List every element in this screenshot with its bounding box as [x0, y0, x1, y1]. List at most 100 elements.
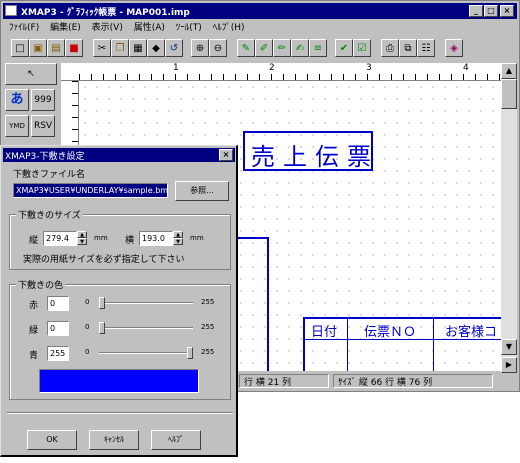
numeric-tool[interactable]: 999: [31, 89, 55, 111]
edit-list-icon[interactable]: ≡: [309, 39, 327, 57]
scroll-up-icon[interactable]: ▲: [501, 63, 517, 79]
settings-icon[interactable]: ☷: [417, 39, 435, 57]
scroll-right-icon[interactable]: ▶: [501, 357, 517, 373]
red-slider[interactable]: [99, 297, 193, 309]
table-border: [347, 317, 348, 371]
height-label: 縦: [29, 236, 39, 246]
cancel-button[interactable]: ｷｬﾝｾﾙ: [89, 430, 139, 450]
spin-up-icon[interactable]: ▲: [173, 231, 183, 238]
table-header[interactable]: お客様コ: [445, 321, 497, 340]
fill-icon[interactable]: ◆: [147, 39, 165, 57]
title-box[interactable]: 売上伝票: [243, 131, 373, 171]
multi-edit-icon[interactable]: ✏: [273, 39, 291, 57]
hiragana-tool[interactable]: あ: [5, 89, 29, 111]
toolbar: □ ▣ ▤ ■ ✂ ❐ ▦ ◆ ↺ ⊕ ⊖ ✎ ✐ ✏ ✍ ≡ ✔ ☑ ⎙ ⧉ …: [3, 37, 517, 61]
reserve-tool[interactable]: RSV: [31, 115, 55, 137]
red-input[interactable]: 0: [47, 296, 69, 311]
height-input[interactable]: 279.4: [43, 231, 77, 246]
zoom-out-icon[interactable]: ⊖: [209, 39, 227, 57]
spin-down-icon[interactable]: ▼: [77, 238, 87, 245]
ruler-mark: 1: [173, 63, 179, 73]
app-icon[interactable]: [5, 5, 17, 16]
width-unit: mm: [190, 234, 204, 242]
ruler-mark: 2: [269, 63, 275, 73]
dialog-title: XMAP3-下敷き設定: [5, 152, 85, 162]
menu-tools[interactable]: ﾂｰﾙ(T): [176, 23, 202, 33]
table-header[interactable]: 伝票ＮＯ: [364, 321, 416, 340]
menu-attribute[interactable]: 属性(A): [134, 23, 165, 33]
preview-icon[interactable]: ⧉: [399, 39, 417, 57]
menu-help[interactable]: ﾍﾙﾌﾟ(H): [213, 23, 245, 33]
vertical-scrollbar[interactable]: ▲ ▼ ▶: [501, 63, 517, 373]
ruler-ticks: [79, 74, 501, 80]
red-min: 0: [85, 298, 90, 306]
title-bar[interactable]: XMAP3 - ｸﾞﾗﾌｨｯｸ帳票 - MAP001.imp _ □ ×: [3, 3, 517, 19]
ruler-mark: 4: [463, 63, 469, 73]
color-preview: [39, 369, 199, 393]
table-border: [303, 317, 305, 371]
open-icon[interactable]: ▣: [29, 39, 47, 57]
height-stepper[interactable]: ▲ ▼: [77, 231, 87, 246]
width-input[interactable]: 193.0: [139, 231, 173, 246]
close-button[interactable]: ×: [500, 5, 514, 17]
slider-thumb[interactable]: [187, 347, 193, 359]
green-slider[interactable]: [99, 322, 193, 334]
blue-min: 0: [85, 348, 90, 356]
underlay-dialog: XMAP3-下敷き設定 × 下敷きファイル名 XMAP3¥USER¥UNDERL…: [0, 145, 238, 457]
red-label: 赤: [29, 301, 39, 311]
edit-set-icon[interactable]: ✍: [291, 39, 309, 57]
blue-label: 青: [29, 351, 39, 361]
menu-file[interactable]: ﾌｧｲﾙ(F): [9, 23, 39, 33]
slider-thumb[interactable]: [99, 322, 105, 334]
help-button[interactable]: ﾍﾙﾌﾟ: [151, 430, 201, 450]
slider-thumb[interactable]: [99, 297, 105, 309]
status-position: 行 横 21 列: [239, 374, 329, 388]
ok-button[interactable]: OK: [27, 430, 77, 450]
maximize-button[interactable]: □: [484, 5, 498, 17]
paste-icon[interactable]: ▦: [129, 39, 147, 57]
zoom-in-icon[interactable]: ⊕: [191, 39, 209, 57]
minimize-button[interactable]: _: [469, 5, 483, 17]
table-border: [303, 317, 501, 319]
green-input[interactable]: 0: [47, 321, 69, 336]
save-icon[interactable]: ▤: [47, 39, 65, 57]
width-stepper[interactable]: ▲ ▼: [173, 231, 183, 246]
copy-icon[interactable]: ❐: [111, 39, 129, 57]
blue-input[interactable]: 255: [47, 346, 69, 361]
tool-palette: ↖ あ 999 YMD RSV: [5, 63, 57, 145]
blue-max: 255: [201, 348, 215, 356]
table-header[interactable]: 日付: [311, 321, 337, 340]
close-doc-icon[interactable]: ■: [65, 39, 83, 57]
menu-view[interactable]: 表示(V): [92, 23, 123, 33]
new-icon[interactable]: □: [11, 39, 29, 57]
blue-line: [237, 237, 269, 239]
edit-icon[interactable]: ✐: [255, 39, 273, 57]
cut-icon[interactable]: ✂: [93, 39, 111, 57]
dialog-close-button[interactable]: ×: [219, 149, 233, 161]
scroll-thumb[interactable]: [501, 79, 517, 109]
browse-button[interactable]: 参照...: [175, 181, 229, 201]
green-min: 0: [85, 323, 90, 331]
blue-slider[interactable]: [99, 347, 193, 359]
window-title: XMAP3 - ｸﾞﾗﾌｨｯｸ帳票 - MAP001.imp: [21, 8, 190, 18]
book-icon[interactable]: ◈: [445, 39, 463, 57]
dialog-title-bar[interactable]: XMAP3-下敷き設定 ×: [3, 148, 235, 162]
table-border: [433, 317, 434, 371]
print-icon[interactable]: ⎙: [381, 39, 399, 57]
pencil-icon[interactable]: ✎: [237, 39, 255, 57]
green-label: 緑: [29, 326, 39, 336]
attribute-icon[interactable]: ✔: [335, 39, 353, 57]
date-tool[interactable]: YMD: [5, 115, 29, 137]
green-max: 255: [201, 323, 215, 331]
spin-up-icon[interactable]: ▲: [77, 231, 87, 238]
undo-icon[interactable]: ↺: [165, 39, 183, 57]
file-path-input[interactable]: XMAP3¥USER¥UNDERLAY¥sample.bmp: [13, 183, 168, 198]
check-icon[interactable]: ☑: [353, 39, 371, 57]
spin-down-icon[interactable]: ▼: [173, 238, 183, 245]
scroll-down-icon[interactable]: ▼: [501, 339, 517, 355]
width-label: 横: [125, 236, 135, 246]
menu-edit[interactable]: 編集(E): [50, 23, 81, 33]
pointer-tool[interactable]: ↖: [5, 63, 57, 85]
red-max: 255: [201, 298, 215, 306]
file-label: 下敷きファイル名: [13, 170, 86, 180]
